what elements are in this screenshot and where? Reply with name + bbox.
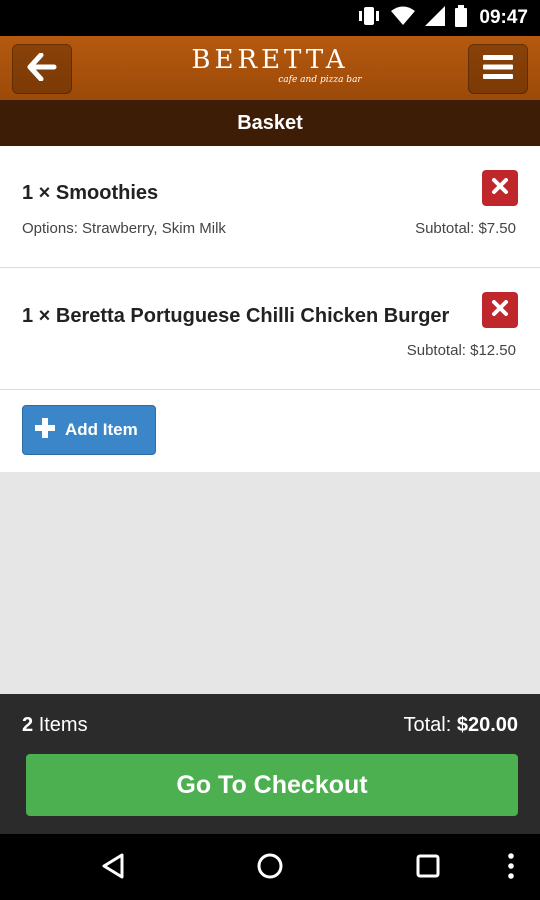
remove-item-button[interactable] (482, 292, 518, 328)
brand-name: BERETTA (191, 45, 349, 75)
basket-total: Total: $20.00 (403, 714, 518, 737)
app-header: BERETTA cafe and pizza bar (0, 36, 540, 100)
basket-list: 1 × Smoothies Options: Strawberry, Skim … (0, 146, 540, 472)
close-icon (491, 177, 509, 200)
overflow-menu-icon[interactable] (506, 852, 516, 885)
item-subtotal: Subtotal: $7.50 (415, 220, 516, 237)
status-bar: 09:47 (0, 0, 540, 36)
item-title: 1 × Beretta Portuguese Chilli Chicken Bu… (22, 305, 450, 327)
total-value: $20.00 (456, 714, 518, 736)
hamburger-menu-icon (483, 54, 513, 85)
nav-home-icon[interactable] (256, 852, 284, 885)
item-subtotal: Subtotal: $12.50 (406, 342, 516, 359)
signal-icon (425, 5, 446, 31)
checkout-button[interactable]: Go To Checkout (26, 754, 518, 816)
checkout-footer: 2 Items Total: $20.00 Go To Checkout (0, 694, 540, 834)
add-item-label: Add Item (65, 420, 138, 439)
vibrate-icon (357, 5, 381, 32)
total-label: Total: (403, 714, 452, 736)
item-count-suffix: Items (38, 714, 88, 736)
remove-item-button[interactable] (482, 170, 518, 206)
basket-item: 1 × Smoothies Options: Strawberry, Skim … (0, 146, 540, 268)
wifi-icon (391, 6, 416, 31)
close-icon (491, 299, 509, 322)
item-title: 1 × Smoothies (22, 182, 159, 204)
menu-button[interactable] (468, 44, 528, 94)
status-clock: 09:47 (479, 7, 528, 28)
plus-icon (35, 417, 55, 443)
nav-recents-icon[interactable] (415, 852, 441, 885)
battery-icon (455, 4, 468, 32)
add-item-button[interactable]: Add Item (22, 405, 156, 455)
system-nav-bar (0, 834, 540, 900)
nav-back-icon[interactable] (100, 852, 126, 885)
brand-logo: BERETTA cafe and pizza bar (0, 46, 540, 85)
item-count: 2 Items (22, 714, 88, 737)
page-title-bar: Basket (0, 100, 540, 146)
item-count-value: 2 (22, 714, 34, 736)
basket-item: 1 × Beretta Portuguese Chilli Chicken Bu… (0, 268, 540, 390)
page-title: Basket (237, 111, 303, 134)
item-options: Options: Strawberry, Skim Milk (22, 220, 226, 237)
